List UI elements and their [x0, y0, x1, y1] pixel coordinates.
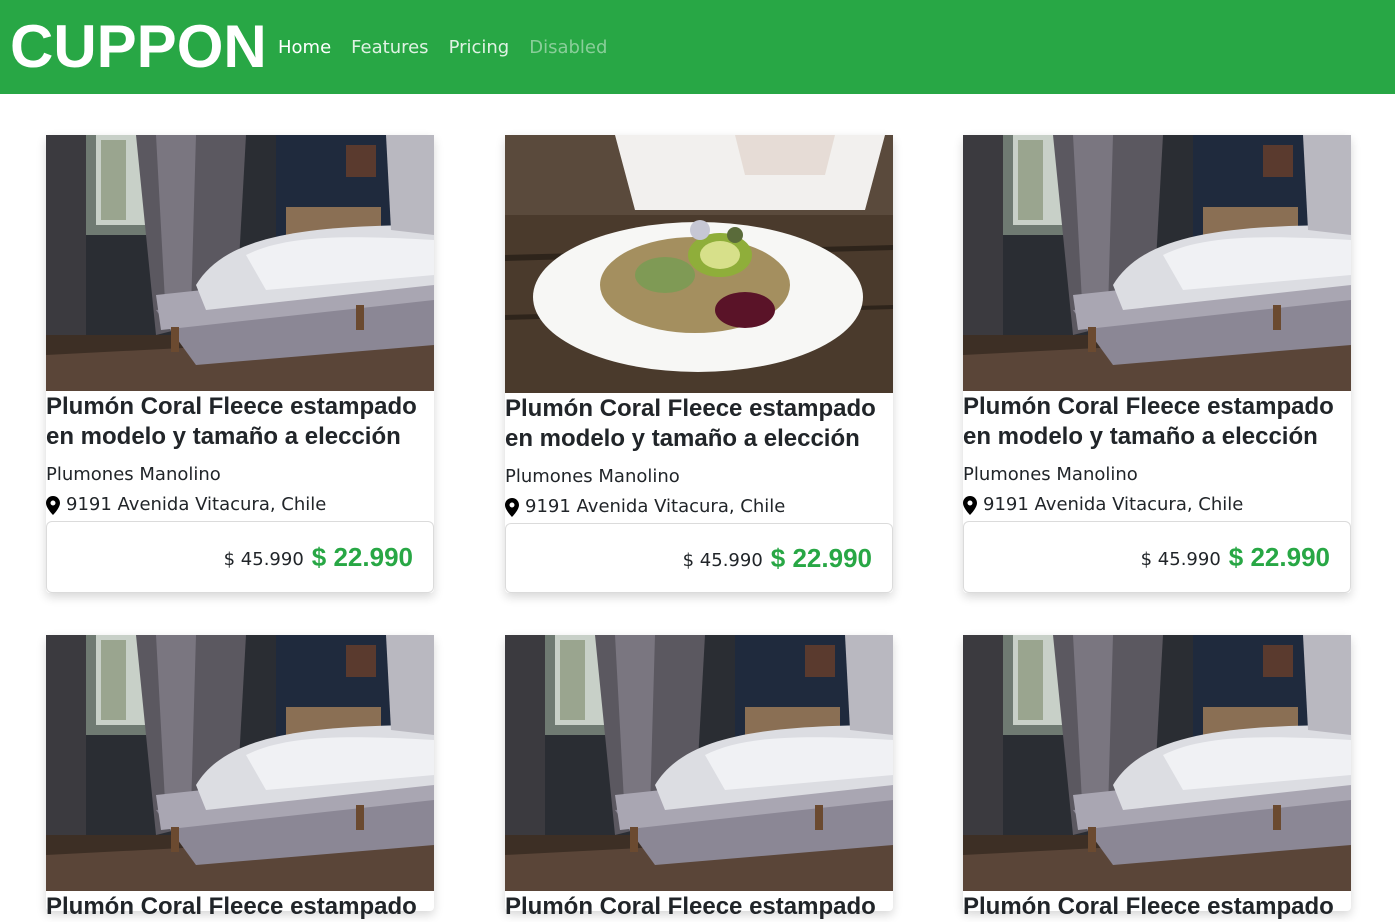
nav-link-pricing[interactable]: Pricing: [449, 36, 510, 60]
card-body: Plumón Coral Fleece estampado en modelo …: [505, 393, 893, 519]
card-body: Plumón Coral Fleece estampado: [46, 891, 434, 922]
product-image[interactable]: [46, 135, 434, 391]
card-footer: $ 45.990 $ 22.990: [963, 521, 1351, 593]
location-text: 9191 Avenida Vitacura, Chile: [66, 494, 327, 515]
card-title[interactable]: Plumón Coral Fleece estampado: [46, 892, 434, 922]
map-pin-icon: [505, 497, 519, 517]
map-pin-icon: [963, 495, 977, 515]
card-title[interactable]: Plumón Coral Fleece estampado en modelo …: [46, 392, 434, 452]
card-seller: Plumones Manolino: [505, 466, 680, 487]
nav-link-features[interactable]: Features: [351, 36, 428, 60]
map-pin-icon: [46, 495, 60, 515]
card-body: Plumón Coral Fleece estampado en modelo …: [46, 391, 434, 517]
card-title[interactable]: Plumón Coral Fleece estampado: [963, 892, 1351, 922]
deal-card[interactable]: Plumón Coral Fleece estampado en modelo …: [963, 135, 1351, 593]
deal-card[interactable]: Plumón Coral Fleece estampado en modelo …: [505, 135, 893, 593]
product-image[interactable]: [505, 135, 893, 393]
old-price: $ 45.990: [1140, 548, 1221, 570]
product-image[interactable]: [505, 635, 893, 891]
deal-card[interactable]: Plumón Coral Fleece estampado: [963, 635, 1351, 920]
deal-card[interactable]: Plumón Coral Fleece estampado: [46, 635, 434, 920]
nav-link-disabled: Disabled: [529, 37, 608, 58]
product-image[interactable]: [963, 135, 1351, 391]
card-body: Plumón Coral Fleece estampado: [963, 891, 1351, 922]
nav-link-home[interactable]: Home: [278, 36, 331, 60]
location-text: 9191 Avenida Vitacura, Chile: [983, 494, 1244, 515]
navbar: CUPPON Home Features Pricing Disabled: [0, 0, 1395, 94]
old-price: $ 45.990: [223, 548, 304, 570]
location-text: 9191 Avenida Vitacura, Chile: [525, 496, 786, 517]
card-body: Plumón Coral Fleece estampado: [505, 891, 893, 922]
deal-card[interactable]: Plumón Coral Fleece estampado en modelo …: [46, 135, 434, 593]
card-location: 9191 Avenida Vitacura, Chile: [46, 493, 434, 517]
card-body: Plumón Coral Fleece estampado en modelo …: [963, 391, 1351, 517]
old-price: $ 45.990: [682, 549, 763, 571]
new-price: $ 22.990: [311, 541, 413, 572]
card-title[interactable]: Plumón Coral Fleece estampado en modelo …: [963, 392, 1351, 452]
new-price: $ 22.990: [770, 542, 872, 573]
card-title[interactable]: Plumón Coral Fleece estampado: [505, 892, 893, 922]
product-image[interactable]: [46, 635, 434, 891]
card-footer: $ 45.990 $ 22.990: [505, 523, 893, 593]
card-location: 9191 Avenida Vitacura, Chile: [505, 495, 893, 519]
brand-logo[interactable]: CUPPON: [10, 8, 267, 86]
product-image[interactable]: [963, 635, 1351, 891]
card-footer: $ 45.990 $ 22.990: [46, 521, 434, 593]
nav-links: Home Features Pricing Disabled: [278, 36, 627, 60]
card-title[interactable]: Plumón Coral Fleece estampado en modelo …: [505, 394, 893, 454]
card-location: 9191 Avenida Vitacura, Chile: [963, 493, 1351, 517]
card-seller: Plumones Manolino: [46, 464, 221, 485]
deal-card[interactable]: Plumón Coral Fleece estampado: [505, 635, 893, 920]
card-seller: Plumones Manolino: [963, 464, 1138, 485]
new-price: $ 22.990: [1228, 541, 1330, 572]
